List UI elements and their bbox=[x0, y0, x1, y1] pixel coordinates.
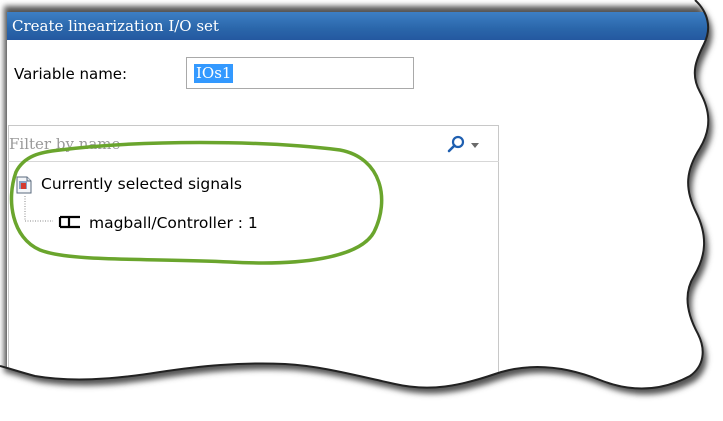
torn-edge-outline bbox=[0, 0, 710, 390]
screenshot-stage: Create linearization I/O set Variable na… bbox=[0, 0, 723, 421]
